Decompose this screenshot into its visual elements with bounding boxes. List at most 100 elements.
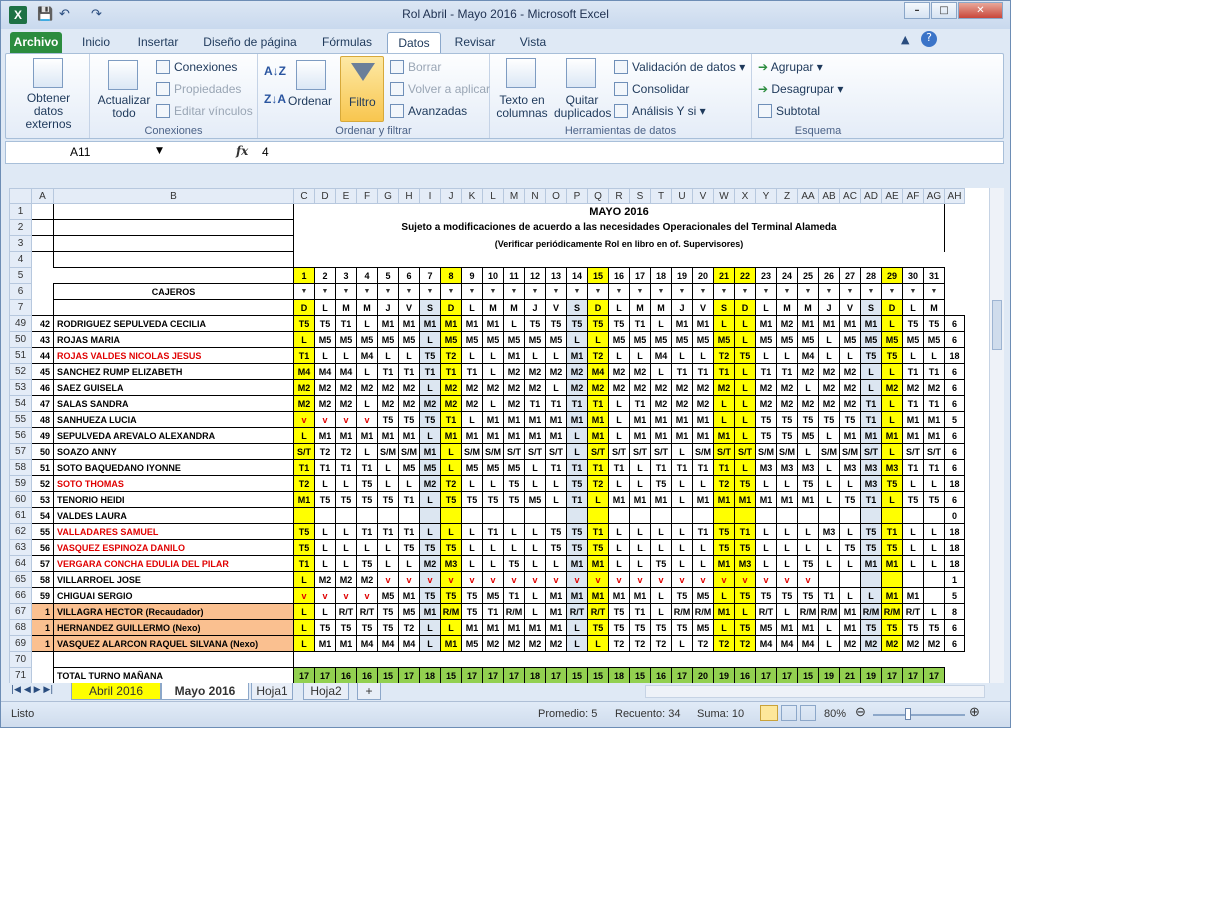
shift-cell[interactable]: T1 [419,363,441,380]
filter-dropdown-icon[interactable]: ▼ [398,283,420,300]
shift-cell[interactable] [650,507,672,524]
shift-cell[interactable]: L [881,411,903,428]
weekday[interactable]: M [629,299,651,316]
shift-cell[interactable]: M1 [566,411,588,428]
day-number[interactable]: 17 [629,267,651,284]
row-header[interactable]: 50 [9,331,32,348]
shift-cell[interactable]: T5 [566,523,588,540]
actualizar-button[interactable]: Actualizar todo [94,94,154,120]
shift-cell[interactable] [923,571,945,588]
fx-icon[interactable]: fx [236,144,248,158]
shift-cell[interactable]: L [650,315,672,332]
shift-cell[interactable]: M2 [818,379,840,396]
desagrupar-button[interactable]: ➔ Desagrupar ▾ [758,82,843,96]
shift-cell[interactable]: L [398,347,420,364]
shift-cell[interactable]: M2 [524,635,546,652]
shift-cell[interactable]: M1 [923,427,945,444]
cell[interactable] [798,652,819,668]
shift-cell[interactable]: M5 [797,427,819,444]
shift-cell[interactable]: M1 [692,411,714,428]
shift-cell[interactable]: L [923,347,945,364]
employee-number[interactable]: 56 [31,539,54,556]
shift-cell[interactable]: M4 [797,635,819,652]
shift-cell[interactable]: M2 [839,379,861,396]
cell[interactable] [567,252,588,268]
shift-cell[interactable]: M5 [692,331,714,348]
shift-cell[interactable]: T2 [713,347,735,364]
shift-cell[interactable]: T5 [755,587,777,604]
shift-cell[interactable]: v [650,571,672,588]
shift-cell[interactable]: T1 [671,363,693,380]
filter-dropdown-icon[interactable]: ▼ [650,283,672,300]
sheet-nav-icon[interactable]: |◀ ◀ ▶ ▶| [11,685,53,695]
shift-cell[interactable]: T5 [734,347,756,364]
column-header[interactable]: AD [860,188,882,204]
shift-cell[interactable]: S/M [398,443,420,460]
tab-formulas[interactable]: Fórmulas [313,32,381,53]
shift-cell[interactable]: M4 [755,635,777,652]
row-header[interactable]: 6 [9,283,32,300]
shift-cell[interactable]: T5 [650,619,672,636]
weekday[interactable]: L [608,299,630,316]
cell[interactable] [546,252,567,268]
filter-dropdown-icon[interactable]: ▼ [503,283,525,300]
employee-name[interactable]: HERNANDEZ GUILLERMO (Nexo) [53,619,294,636]
row-header[interactable]: 51 [9,347,32,364]
shift-cell[interactable]: L [734,379,756,396]
shift-cell[interactable]: L [776,603,798,620]
shift-cell[interactable]: M2 [629,379,651,396]
total-value[interactable]: 16 [650,667,672,683]
shift-cell[interactable]: M1 [629,491,651,508]
close-button[interactable]: ✕ [958,2,1003,19]
shift-cell[interactable]: L [713,315,735,332]
shift-cell[interactable]: M5 [881,331,903,348]
shift-cell[interactable]: M1 [776,491,798,508]
shift-cell[interactable]: L [860,587,882,604]
shift-cell[interactable]: L [503,539,525,556]
shift-cell[interactable]: T1 [377,363,399,380]
shift-cell[interactable]: L [713,395,735,412]
shift-cell[interactable]: M5 [377,331,399,348]
shift-cell[interactable]: M1 [671,411,693,428]
shift-cell[interactable]: M1 [650,427,672,444]
shift-cell[interactable]: M1 [734,491,756,508]
column-header[interactable]: R [608,188,630,204]
column-header[interactable]: F [356,188,378,204]
total-value[interactable]: 17 [881,667,903,683]
shift-cell[interactable]: L [755,347,777,364]
propiedades-button[interactable]: Propiedades [156,82,241,96]
row-total[interactable]: 18 [944,539,965,556]
shift-cell[interactable]: M1 [398,315,420,332]
total-value[interactable]: 15 [587,667,609,683]
cell[interactable] [735,652,756,668]
shift-cell[interactable]: M4 [356,635,378,652]
shift-cell[interactable]: M1 [650,491,672,508]
shift-cell[interactable]: M1 [461,427,483,444]
shift-cell[interactable]: M1 [608,491,630,508]
shift-cell[interactable]: T5 [314,619,336,636]
cell[interactable] [525,252,546,268]
column-header[interactable]: AF [902,188,924,204]
row-total[interactable]: 6 [944,427,965,444]
shift-cell[interactable]: L [608,395,630,412]
shift-cell[interactable] [713,507,735,524]
shift-cell[interactable]: M5 [755,331,777,348]
shift-cell[interactable]: L [566,619,588,636]
shift-cell[interactable]: M5 [461,459,483,476]
shift-cell[interactable]: T1 [524,395,546,412]
shift-cell[interactable]: T2 [587,475,609,492]
shift-cell[interactable]: T5 [608,315,630,332]
shift-cell[interactable]: R/M [692,603,714,620]
zoom-in-icon[interactable]: ⊕ [969,704,980,720]
weekday[interactable]: M [503,299,525,316]
total-value[interactable]: 16 [335,667,357,683]
filter-dropdown-icon[interactable]: ▼ [377,283,399,300]
shift-cell[interactable]: L [692,539,714,556]
obtener-datos-button[interactable]: Obtener datos externos [11,92,86,131]
shift-cell[interactable]: T5 [377,411,399,428]
total-value[interactable]: 18 [608,667,630,683]
cell[interactable] [420,652,441,668]
tab-vista[interactable]: Vista [509,32,557,53]
cell[interactable] [798,252,819,268]
shift-cell[interactable]: L [671,347,693,364]
